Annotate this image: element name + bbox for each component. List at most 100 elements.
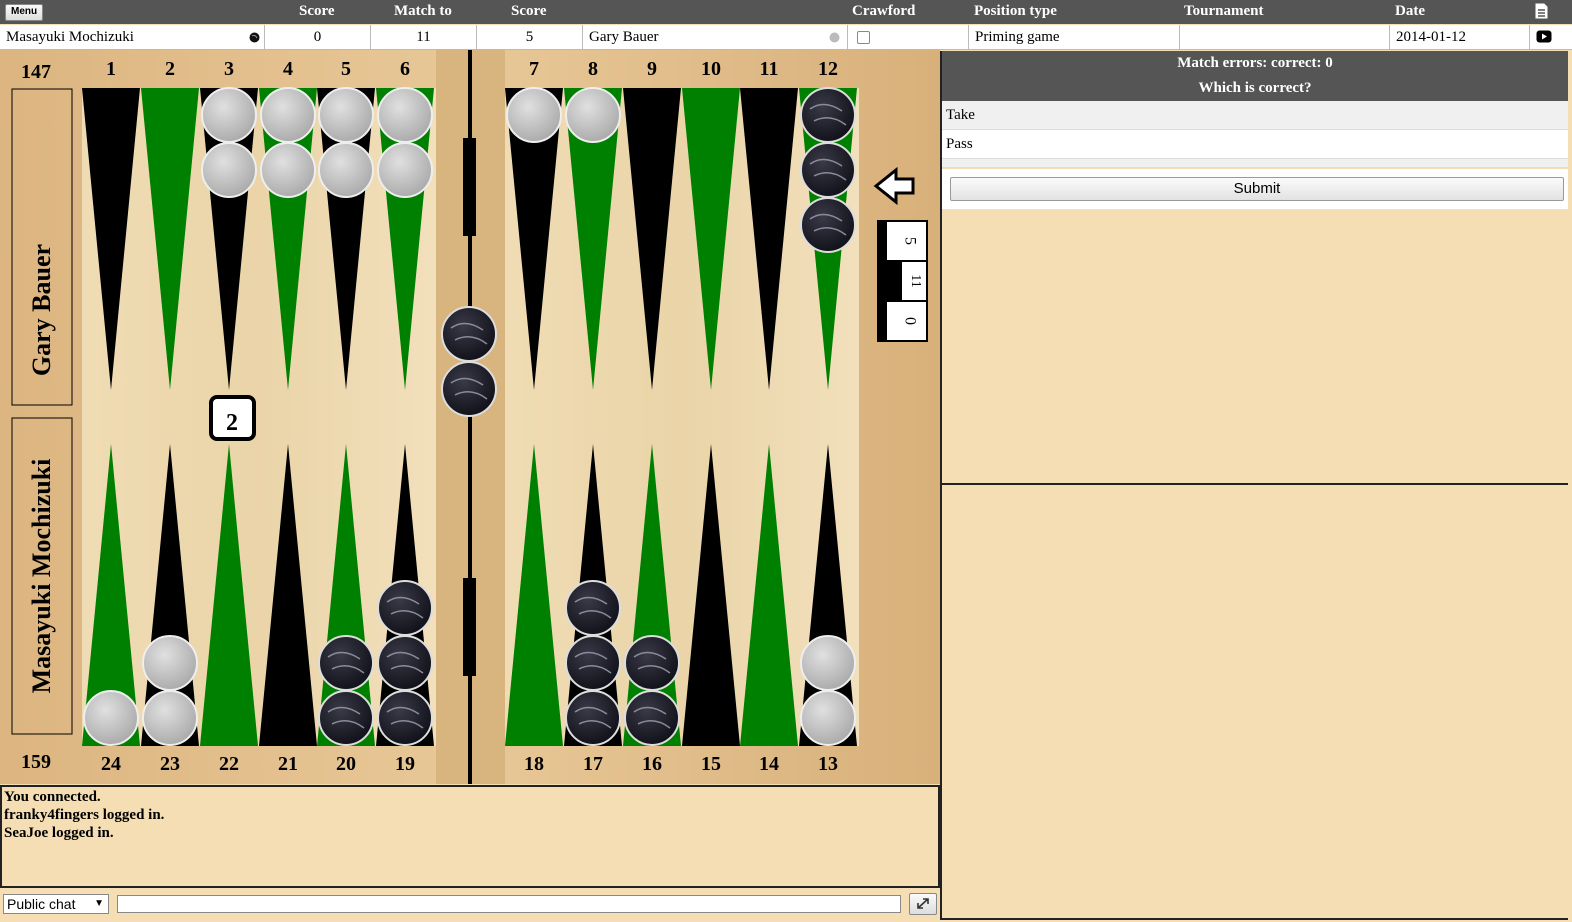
black-checker[interactable]: [441, 306, 497, 362]
black-checker[interactable]: [377, 690, 433, 746]
white-checker[interactable]: [800, 690, 856, 746]
score-left-header: Score: [299, 3, 335, 19]
score-stack-mid: 11: [908, 274, 923, 287]
black-checker[interactable]: [565, 690, 621, 746]
point-label: 12: [818, 58, 838, 80]
expand-button[interactable]: [909, 893, 937, 915]
submit-button[interactable]: Submit: [950, 177, 1564, 201]
white-checker[interactable]: [318, 87, 374, 143]
point-label: 16: [642, 753, 662, 775]
point-label: 14: [759, 753, 779, 775]
header-bar: Menu Score Match to Score Crawford Posit…: [0, 0, 1572, 24]
white-checker[interactable]: [318, 142, 374, 198]
tournament-header: Tournament: [1184, 3, 1264, 19]
date-value: 2014-01-12: [1390, 25, 1530, 49]
menu-button[interactable]: Menu: [5, 4, 44, 21]
point-label: 2: [165, 58, 175, 80]
point-label: 5: [341, 58, 351, 80]
side-name-top: Gary Bauer: [27, 244, 56, 376]
quiz-panel: Match errors: correct: 0 Which is correc…: [940, 51, 1568, 485]
white-checker[interactable]: [377, 87, 433, 143]
video-icon[interactable]: [1536, 30, 1552, 43]
crawford-checkbox[interactable]: [857, 31, 870, 44]
white-checker[interactable]: [506, 87, 562, 143]
date-header: Date: [1395, 3, 1425, 19]
chat-channel-select[interactable]: Public chat ▼: [3, 894, 109, 914]
white-checker[interactable]: [142, 635, 198, 691]
white-checker[interactable]: [800, 635, 856, 691]
black-checker[interactable]: [318, 690, 374, 746]
score-stack-bottom: 0: [901, 317, 918, 325]
point-label: 9: [647, 58, 657, 80]
pip-count-top: 147: [21, 61, 51, 83]
point-label: 4: [283, 58, 293, 80]
backgammon-board: 2 5 11 0 147 159 Gary Bauer Masayuki Moc…: [0, 50, 940, 784]
black-checker[interactable]: [800, 142, 856, 198]
match-info-row: Masayuki Mochizuki 0 11 5 Gary Bauer Pri…: [0, 25, 1572, 50]
side-name-bottom: Masayuki Mochizuki: [27, 459, 56, 694]
black-checker[interactable]: [318, 635, 374, 691]
score-stack-top: 5: [901, 237, 918, 245]
chat-channel-value: Public chat: [7, 896, 76, 912]
point-label: 8: [588, 58, 598, 80]
white-checker[interactable]: [201, 87, 257, 143]
file-icon[interactable]: [1535, 3, 1548, 19]
black-checker[interactable]: [377, 635, 433, 691]
question-text: Which is correct?: [1198, 80, 1312, 96]
cube-value: 2: [226, 410, 238, 436]
black-checker[interactable]: [441, 361, 497, 417]
position-type-value: Priming game: [969, 25, 1180, 49]
match-to-header: Match to: [394, 3, 452, 19]
position-type-header: Position type: [974, 3, 1057, 19]
white-checker[interactable]: [260, 87, 316, 143]
match-errors-text: Match errors: correct: 0: [1177, 55, 1333, 71]
point-label: 3: [224, 58, 234, 80]
chat-message: franky4fingers logged in.: [4, 807, 165, 823]
chat-message: SeaJoe logged in.: [4, 825, 114, 841]
point-label: 19: [395, 753, 415, 775]
chat-log: You connected. franky4fingers logged in.…: [0, 785, 940, 888]
point-label: 21: [278, 753, 298, 775]
black-checker[interactable]: [377, 580, 433, 636]
option-pass[interactable]: Pass: [942, 130, 1568, 159]
chat-bar: Public chat ▼: [0, 888, 940, 922]
black-checker[interactable]: [565, 635, 621, 691]
point-label: 20: [336, 753, 356, 775]
point-label: 22: [219, 753, 239, 775]
score-right-header: Score: [511, 3, 547, 19]
black-checker[interactable]: [800, 197, 856, 253]
point-label: 6: [400, 58, 410, 80]
point-label: 24: [101, 753, 121, 775]
chat-input[interactable]: [117, 895, 901, 913]
white-checker[interactable]: [201, 142, 257, 198]
black-checker-icon: [249, 32, 260, 43]
point-label: 10: [701, 58, 721, 80]
white-checker[interactable]: [142, 690, 198, 746]
point-label: 13: [818, 753, 838, 775]
pip-count-bottom: 159: [21, 751, 51, 773]
white-checker[interactable]: [260, 142, 316, 198]
option-take[interactable]: Take: [942, 101, 1568, 130]
point-label: 18: [524, 753, 544, 775]
point-label: 15: [701, 753, 721, 775]
player-bottom-name: Masayuki Mochizuki: [6, 29, 134, 45]
white-checker[interactable]: [377, 142, 433, 198]
point-label: 17: [583, 753, 603, 775]
black-checker[interactable]: [800, 87, 856, 143]
white-checker[interactable]: [565, 87, 621, 143]
point-label: 11: [760, 58, 779, 80]
score-top: 5: [477, 25, 583, 49]
crawford-header: Crawford: [852, 3, 916, 19]
white-checker[interactable]: [83, 690, 139, 746]
player-top-name: Gary Bauer: [589, 29, 659, 45]
tournament-value: [1180, 25, 1390, 49]
black-checker[interactable]: [565, 580, 621, 636]
point-label: 23: [160, 753, 180, 775]
chat-message: You connected.: [4, 789, 101, 805]
board-svg[interactable]: 2 5 11 0 147 159 Gary Bauer Masayuki Moc…: [0, 50, 940, 784]
expand-icon: [917, 898, 929, 909]
black-checker[interactable]: [624, 635, 680, 691]
score-bottom: 0: [265, 25, 371, 49]
match-to-value: 11: [371, 25, 477, 49]
black-checker[interactable]: [624, 690, 680, 746]
